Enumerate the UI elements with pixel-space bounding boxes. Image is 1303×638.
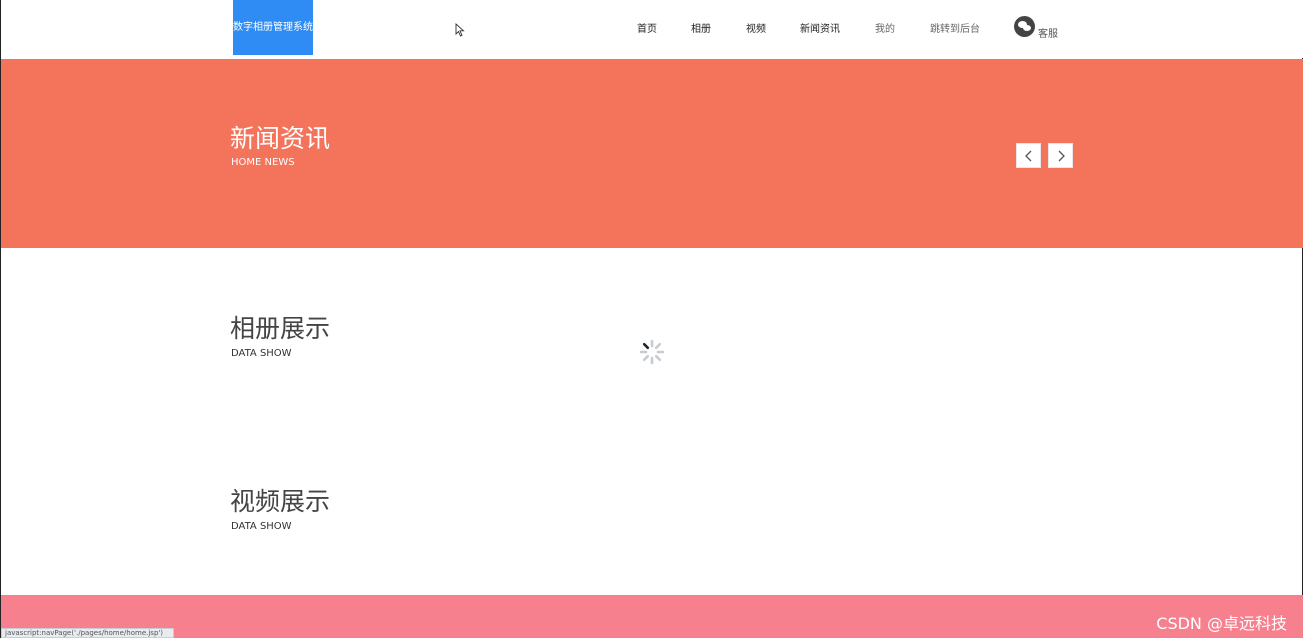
chevron-left-icon	[1025, 150, 1032, 162]
banner-title: 新闻资讯	[230, 124, 331, 153]
loading-spinner-icon	[639, 339, 665, 365]
nav-item-videos[interactable]: 视频	[746, 20, 766, 35]
album-section-subtitle: DATA SHOW	[231, 348, 292, 359]
nav-item-home[interactable]: 首页	[637, 20, 657, 35]
site-logo[interactable]: 数字相册管理系统的	[233, 0, 323, 55]
nav-item-albums[interactable]: 相册	[691, 20, 711, 35]
banner-subtitle: HOME NEWS	[231, 157, 295, 168]
banner-prev-button[interactable]	[1016, 143, 1041, 168]
browser-status-bar: javascript:navPage('./pages/home/home.js…	[1, 628, 174, 638]
video-section-title: 视频展示	[230, 487, 331, 516]
wechat-icon	[1014, 16, 1035, 37]
nav-item-mine[interactable]: 我的	[875, 20, 895, 35]
news-banner: 新闻资讯 HOME NEWS	[1, 59, 1303, 248]
chevron-right-icon	[1058, 150, 1065, 162]
album-section-title: 相册展示	[230, 314, 331, 343]
top-header: 数字相册管理系统的 首页 相册 视频 新闻资讯 我的 跳转到后台 客服	[1, 0, 1303, 58]
csdn-watermark: CSDN @卓远科技	[1156, 614, 1287, 633]
nav-item-news[interactable]: 新闻资讯	[800, 20, 840, 35]
video-section-subtitle: DATA SHOW	[231, 521, 292, 532]
mouse-cursor-icon	[455, 23, 465, 37]
nav-item-admin[interactable]: 跳转到后台	[930, 20, 980, 35]
customer-service-label: 客服	[1038, 29, 1058, 40]
footer-band	[1, 595, 1303, 638]
banner-next-button[interactable]	[1048, 143, 1073, 168]
